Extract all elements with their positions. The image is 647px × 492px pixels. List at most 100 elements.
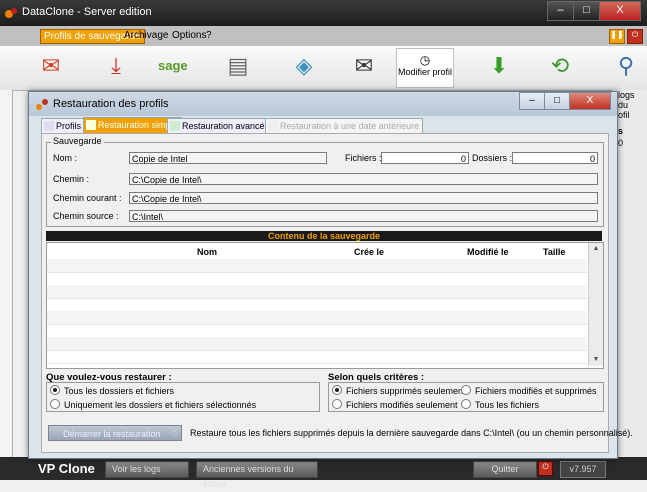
sauvegarde-group: Sauvegarde Nom : Copie de Intel Fichiers…: [46, 136, 604, 227]
tab-restauration-date: Restauration à une date antérieure: [265, 118, 424, 133]
chemin-courant-label: Chemin courant :: [53, 193, 122, 203]
envelope-icon[interactable]: ✉: [350, 54, 378, 78]
view-logs-button[interactable]: Voir les logs: [105, 461, 189, 478]
start-restore-label: Démarrer la restauration: [63, 429, 161, 439]
right-pane-label: s: [618, 126, 624, 136]
col-modifie[interactable]: Modifié le: [467, 247, 509, 257]
side-logs-text: logs du ofil: [618, 90, 635, 120]
menu-help[interactable]: ?: [203, 29, 215, 42]
radio-modified-only[interactable]: Fichiers modifiés seulement: [332, 399, 458, 410]
fichiers-field[interactable]: 0: [381, 152, 469, 164]
table-row[interactable]: [47, 337, 587, 351]
history-icon[interactable]: ⟲: [546, 54, 574, 78]
restore-circle-icon: ◌: [171, 428, 177, 439]
radio-deleted-only[interactable]: Fichiers supprimés seulement: [332, 385, 466, 396]
content-table[interactable]: Nom Crée le Modifié le Taille ▲ ▼: [46, 242, 604, 369]
close-button[interactable]: X: [599, 1, 641, 21]
calendar-icon: [268, 121, 278, 131]
modify-profile-button[interactable]: ◷ Modifier profil: [396, 48, 454, 88]
scroll-down-icon[interactable]: ▼: [589, 354, 603, 366]
advanced-restore-icon: [170, 121, 180, 131]
tab-restauration-avancee[interactable]: Restauration avancée: [167, 118, 274, 133]
modify-profile-label: Modifier profil: [397, 67, 453, 77]
arrow-down-icon[interactable]: ⬇: [485, 54, 513, 78]
radio-all-files-label: Tous les dossiers et fichiers: [64, 386, 175, 396]
sage-icon[interactable]: sage: [158, 54, 188, 78]
radio-selected-files-label: Uniquement les dossiers et fichiers séle…: [64, 400, 257, 410]
open-box-icon[interactable]: ✉: [37, 54, 65, 78]
table-row[interactable]: [47, 311, 587, 325]
version-label: v7.957: [560, 461, 606, 478]
table-row[interactable]: [47, 324, 587, 338]
radio-all-label: Tous les fichiers: [475, 400, 540, 410]
chemin-source-label: Chemin source :: [53, 211, 119, 221]
dialog-title: Restauration des profils: [53, 98, 169, 110]
hard-drive-icon[interactable]: ▤: [224, 54, 252, 78]
table-row[interactable]: [47, 298, 587, 312]
col-taille[interactable]: Taille: [543, 247, 565, 257]
restore-panel: Sauvegarde Nom : Copie de Intel Fichiers…: [41, 133, 633, 453]
tab-advanced-label: Restauration avancée: [182, 121, 270, 131]
menu-bar: Profils de sauvegarde Archivage Options …: [0, 26, 647, 47]
power-icon[interactable]: ⏻: [538, 461, 553, 476]
dialog-close-button[interactable]: X: [569, 92, 611, 110]
older-versions-button[interactable]: Anciennes versions du fichier: [196, 461, 318, 489]
left-pane: [0, 90, 13, 480]
toolbar: ✉ ⤓ sage ▤ ◈ ✉ ◷ Modifier profil ⬇ ⟲ ⚲: [0, 46, 647, 91]
dossiers-field[interactable]: 0: [512, 152, 598, 164]
tab-profils[interactable]: Profils: [41, 118, 86, 133]
clock-icon: ◷: [419, 53, 431, 67]
start-restore-button[interactable]: Démarrer la restauration ◌: [48, 425, 182, 441]
col-nom[interactable]: Nom: [197, 247, 217, 257]
app-logo-icon: [5, 8, 17, 18]
search-icon[interactable]: ⚲: [612, 54, 640, 78]
dialog-maximize-button[interactable]: □: [544, 92, 570, 110]
tab-simple-label: Restauration simple: [98, 120, 178, 130]
table-row[interactable]: [47, 259, 587, 273]
brand-logo: VP Clone: [38, 461, 95, 476]
pause-icon[interactable]: ❚❚: [609, 29, 625, 44]
scroll-up-icon[interactable]: ▲: [589, 243, 603, 255]
table-row[interactable]: [47, 350, 587, 364]
restore-dialog: Restauration des profils – □ X Profils R…: [28, 91, 633, 459]
menu-archivage[interactable]: Archivage: [121, 29, 171, 42]
stop-icon[interactable]: ⏻: [627, 29, 643, 44]
criteria-group: Fichiers supprimés seulement Fichiers mo…: [328, 382, 604, 412]
table-scrollbar[interactable]: ▲ ▼: [588, 243, 603, 366]
nom-field[interactable]: Copie de Intel: [129, 152, 327, 164]
col-cree[interactable]: Crée le: [354, 247, 384, 257]
radio-modified-only-label: Fichiers modifiés seulement: [346, 400, 458, 410]
profile-icon: [44, 121, 54, 131]
main-title-bar: DataClone - Server edition – □ X: [0, 0, 647, 26]
radio-modified-deleted-label: Fichiers modifiés et supprimés: [475, 386, 597, 396]
radio-deleted-only-label: Fichiers supprimés seulement: [346, 386, 466, 396]
minimize-button[interactable]: –: [547, 1, 574, 21]
dialog-title-bar: Restauration des profils – □ X: [29, 92, 617, 116]
dialog-minimize-button[interactable]: –: [519, 92, 545, 110]
dossiers-label: Dossiers :: [472, 153, 513, 163]
right-pane-value: 0: [618, 138, 624, 148]
database-icon[interactable]: ◈: [290, 54, 318, 78]
download-icon[interactable]: ⤓: [102, 54, 130, 78]
chemin-courant-field[interactable]: C:\Copie de Intel\: [129, 192, 598, 204]
chemin-label: Chemin :: [53, 174, 90, 184]
radio-modified-deleted[interactable]: Fichiers modifiés et supprimés: [461, 385, 597, 396]
tab-date-label: Restauration à une date antérieure: [280, 121, 420, 131]
chemin-source-field[interactable]: C:\Intel\: [129, 210, 598, 222]
window-title: DataClone - Server edition: [22, 6, 152, 18]
radio-all[interactable]: Tous les fichiers: [461, 399, 539, 410]
radio-all-files[interactable]: Tous les dossiers et fichiers: [50, 385, 174, 396]
simple-restore-icon: [86, 120, 96, 130]
fichiers-label: Fichiers :: [345, 153, 382, 163]
radio-selected-files[interactable]: Uniquement les dossiers et fichiers séle…: [50, 399, 256, 410]
content-header: Contenu de la sauvegarde: [46, 231, 602, 241]
table-row[interactable]: [47, 285, 587, 299]
restore-options-group: Tous les dossiers et fichiers Uniquement…: [46, 382, 320, 412]
maximize-button[interactable]: □: [573, 1, 600, 21]
restore-icon: [36, 99, 48, 110]
chemin-field[interactable]: C:\Copie de Intel\: [129, 173, 598, 185]
tab-profils-label: Profils: [56, 121, 82, 131]
table-row[interactable]: [47, 272, 587, 286]
restore-hint: Restaure tous les fichiers supprimés dep…: [190, 428, 633, 438]
quit-button[interactable]: Quitter: [473, 461, 537, 478]
